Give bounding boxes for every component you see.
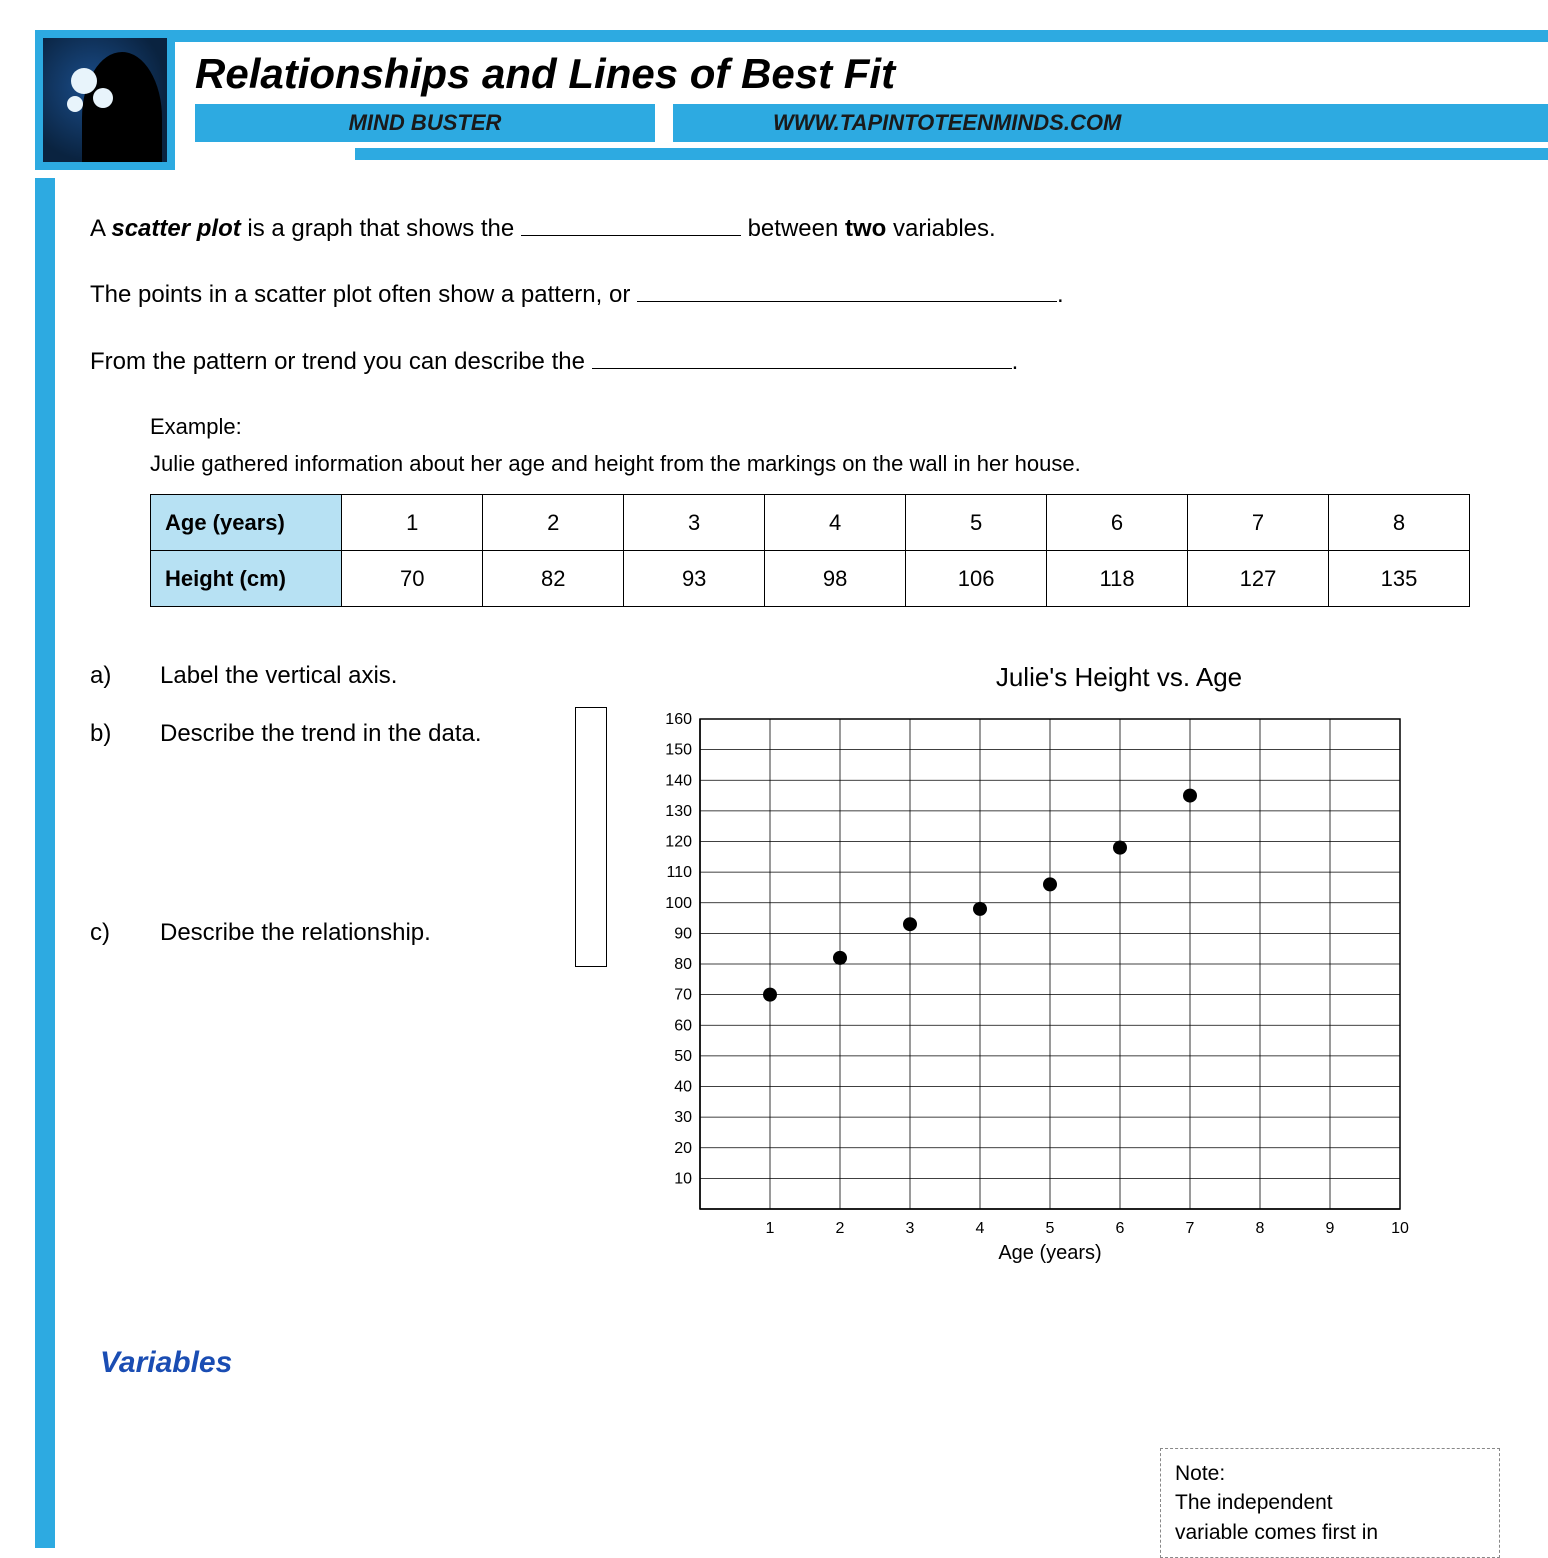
example-desc: Julie gathered information about her age… bbox=[150, 446, 1518, 481]
intro-line-1: A scatter plot is a graph that shows the… bbox=[90, 210, 1518, 248]
example-label: Example: bbox=[150, 409, 1518, 444]
scatter-chart: Julie's Height vs. Age 10 20 30 40 50 60 70 80 9… bbox=[640, 657, 1518, 1269]
svg-text:1: 1 bbox=[766, 1220, 775, 1237]
svg-text:3: 3 bbox=[906, 1220, 915, 1237]
svg-text:60: 60 bbox=[674, 1017, 692, 1034]
gear-icon bbox=[67, 96, 83, 112]
table-cell: 106 bbox=[906, 550, 1047, 606]
variables-heading: Variables bbox=[100, 1339, 1518, 1387]
svg-text:120: 120 bbox=[665, 833, 692, 850]
svg-text:30: 30 bbox=[674, 1109, 692, 1126]
gear-icon bbox=[71, 68, 97, 94]
svg-text:8: 8 bbox=[1256, 1220, 1265, 1237]
intro-line-3: From the pattern or trend you can descri… bbox=[90, 343, 1518, 381]
svg-text:140: 140 bbox=[665, 772, 692, 789]
svg-text:90: 90 bbox=[674, 925, 692, 942]
svg-text:150: 150 bbox=[665, 741, 692, 758]
svg-text:70: 70 bbox=[674, 986, 692, 1003]
data-table: Age (years) 1 2 3 4 5 6 7 8 Height (cm) … bbox=[150, 494, 1470, 607]
svg-text:110: 110 bbox=[666, 864, 692, 881]
table-cell: 98 bbox=[765, 550, 906, 606]
svg-text:4: 4 bbox=[976, 1220, 985, 1237]
note-line: The independent bbox=[1175, 1488, 1485, 1517]
subtitle-left: MIND BUSTER bbox=[195, 104, 655, 142]
questions-list: a) Label the vertical axis. b) Describe … bbox=[90, 657, 620, 1269]
table-row: Age (years) 1 2 3 4 5 6 7 8 bbox=[151, 494, 1470, 550]
question-a: a) Label the vertical axis. bbox=[90, 657, 620, 695]
table-cell: 70 bbox=[342, 550, 483, 606]
logo bbox=[35, 30, 175, 170]
chart-title: Julie's Height vs. Age bbox=[720, 657, 1518, 699]
table-cell: 1 bbox=[342, 494, 483, 550]
page-header: Relationships and Lines of Best Fit MIND… bbox=[0, 0, 1548, 170]
svg-text:50: 50 bbox=[674, 1047, 692, 1064]
table-cell: 135 bbox=[1328, 550, 1469, 606]
svg-text:20: 20 bbox=[674, 1139, 692, 1156]
svg-text:40: 40 bbox=[674, 1078, 692, 1095]
chart-svg: 1020304050607080901001101201301401501601… bbox=[640, 709, 1420, 1269]
table-cell: 7 bbox=[1188, 494, 1329, 550]
row-header: Age (years) bbox=[151, 494, 342, 550]
svg-text:80: 80 bbox=[674, 956, 692, 973]
table-cell: 8 bbox=[1328, 494, 1469, 550]
table-cell: 6 bbox=[1047, 494, 1188, 550]
content-area: A scatter plot is a graph that shows the… bbox=[90, 170, 1518, 1387]
table-cell: 127 bbox=[1188, 550, 1329, 606]
page-title: Relationships and Lines of Best Fit bbox=[195, 42, 1548, 104]
note-box: Note: The independent variable comes fir… bbox=[1160, 1448, 1500, 1558]
table-row: Height (cm) 70 82 93 98 106 118 127 135 bbox=[151, 550, 1470, 606]
table-cell: 118 bbox=[1047, 550, 1188, 606]
svg-text:130: 130 bbox=[665, 802, 692, 819]
intro-line-2: The points in a scatter plot often show … bbox=[90, 276, 1518, 314]
svg-text:160: 160 bbox=[665, 711, 692, 728]
svg-text:100: 100 bbox=[665, 894, 692, 911]
question-c: c) Describe the relationship. bbox=[90, 914, 620, 952]
fill-blank[interactable] bbox=[637, 301, 1057, 302]
table-cell: 4 bbox=[765, 494, 906, 550]
table-cell: 2 bbox=[483, 494, 624, 550]
svg-text:9: 9 bbox=[1326, 1220, 1335, 1237]
note-label: Note: bbox=[1175, 1459, 1485, 1488]
row-header: Height (cm) bbox=[151, 550, 342, 606]
svg-text:Age (years): Age (years) bbox=[998, 1242, 1101, 1264]
table-cell: 3 bbox=[624, 494, 765, 550]
note-line: variable comes first in bbox=[1175, 1518, 1485, 1547]
fill-blank[interactable] bbox=[521, 235, 741, 236]
gear-icon bbox=[93, 88, 113, 108]
svg-text:2: 2 bbox=[836, 1220, 845, 1237]
table-cell: 82 bbox=[483, 550, 624, 606]
subtitle-right: WWW.TAPINTOTEENMINDS.COM bbox=[673, 104, 1548, 142]
svg-text:10: 10 bbox=[1391, 1220, 1409, 1237]
svg-text:5: 5 bbox=[1046, 1220, 1055, 1237]
y-axis-label-box[interactable] bbox=[575, 707, 607, 967]
table-cell: 93 bbox=[624, 550, 765, 606]
example-block: Example: Julie gathered information abou… bbox=[150, 409, 1518, 607]
top-accent-bar bbox=[160, 30, 1548, 42]
side-accent-bar bbox=[35, 178, 55, 1548]
svg-text:7: 7 bbox=[1186, 1220, 1195, 1237]
svg-text:6: 6 bbox=[1116, 1220, 1125, 1237]
table-cell: 5 bbox=[906, 494, 1047, 550]
fill-blank[interactable] bbox=[592, 368, 1012, 369]
question-b: b) Describe the trend in the data. bbox=[90, 715, 620, 753]
mid-accent-bar bbox=[355, 148, 1548, 160]
svg-text:10: 10 bbox=[674, 1170, 692, 1187]
